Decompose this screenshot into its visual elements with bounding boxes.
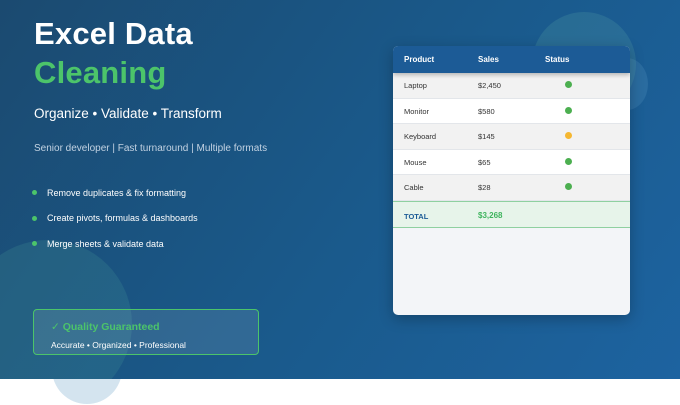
tagline: Senior developer | Fast turnaround | Mul… — [34, 143, 268, 154]
feature-text: Remove duplicates & fix formatting — [47, 187, 187, 198]
title-line-1: Excel Data — [34, 16, 193, 51]
badge-subtitle: Accurate • Organized • Professional — [51, 340, 186, 350]
header-product: Product — [404, 55, 435, 64]
table-row: Cable $28 — [393, 175, 630, 201]
bullet-icon — [32, 215, 37, 221]
total-value: $3,268 — [478, 210, 503, 220]
table-row: Monitor $580 — [393, 98, 630, 124]
status-dot-icon — [565, 183, 572, 190]
bottom-strip — [0, 379, 680, 405]
sales-cell: $145 — [478, 132, 495, 141]
subtitle: Organize • Validate • Transform — [34, 106, 222, 121]
table-row: Keyboard $145 — [393, 124, 630, 150]
product-cell: Cable — [404, 183, 424, 192]
quality-badge: ✓ Quality Guaranteed Accurate • Organize… — [33, 309, 259, 355]
status-dot-icon — [565, 132, 572, 139]
decorative-circle — [52, 379, 122, 404]
sales-cell: $28 — [478, 183, 491, 192]
product-cell: Keyboard — [404, 132, 437, 141]
spreadsheet-table: Product Sales Status Laptop $2,450 Monit… — [393, 46, 630, 315]
bullet-icon — [32, 190, 37, 196]
table-row: Mouse $65 — [393, 149, 630, 175]
product-cell: Monitor — [404, 106, 430, 116]
sales-cell: $65 — [478, 157, 491, 167]
table-body: Laptop $2,450 Monitor $580 Keyboard $145… — [393, 73, 630, 201]
total-label: TOTAL — [404, 211, 429, 221]
product-cell: Laptop — [404, 81, 427, 90]
bullet-icon — [32, 241, 37, 247]
status-dot-icon — [565, 157, 572, 165]
status-dot-icon — [565, 106, 572, 114]
feature-text: Merge sheets & validate data — [47, 238, 164, 249]
header-sales: Sales — [478, 55, 499, 64]
feature-list: Remove duplicates & fix formatting Creat… — [32, 180, 198, 257]
table-header: Product Sales Status — [393, 46, 630, 73]
feature-item: Create pivots, formulas & dashboards — [32, 206, 198, 232]
sales-cell: $2,450 — [478, 81, 501, 90]
table-row: Laptop $2,450 — [393, 73, 630, 99]
product-cell: Mouse — [404, 157, 427, 167]
feature-item: Remove duplicates & fix formatting — [32, 180, 198, 206]
feature-item: Merge sheets & validate data — [32, 231, 198, 257]
status-dot-icon — [565, 81, 572, 88]
badge-title: ✓ Quality Guaranteed — [51, 321, 160, 333]
header-status: Status — [545, 55, 570, 64]
title-line-2: Cleaning — [34, 55, 167, 90]
feature-text: Create pivots, formulas & dashboards — [47, 213, 198, 224]
hero-banner: Excel Data Cleaning Organize • Validate … — [0, 0, 680, 379]
total-row: TOTAL $3,268 — [393, 200, 630, 228]
sales-cell: $580 — [478, 106, 495, 116]
